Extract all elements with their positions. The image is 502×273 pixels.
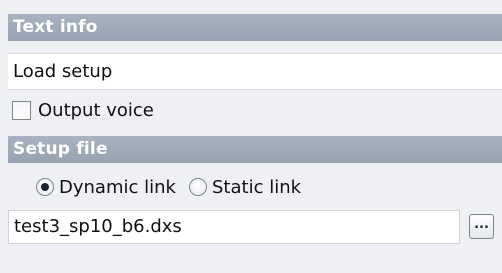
static-link-label[interactable]: Static link: [212, 177, 301, 198]
output-voice-option[interactable]: Output voice: [12, 96, 154, 124]
browse-button[interactable]: ...: [469, 214, 494, 239]
setup-file-input[interactable]: test3_sp10_b6.dxs: [8, 210, 460, 244]
link-type-radio-group: Dynamic link Static link: [36, 174, 301, 200]
setup-file-header: Setup file: [8, 136, 502, 163]
text-info-header: Text info: [8, 14, 502, 41]
output-voice-checkbox[interactable]: [12, 100, 31, 120]
text-info-input[interactable]: Load setup: [8, 53, 502, 90]
static-link-radio[interactable]: [189, 178, 207, 196]
radio-selected-dot: [41, 183, 49, 191]
dynamic-link-radio[interactable]: [36, 178, 54, 196]
output-voice-label: Output voice: [38, 99, 154, 121]
dynamic-link-label[interactable]: Dynamic link: [59, 177, 187, 198]
properties-panel: Text info Load setup Output voice Setup …: [0, 0, 502, 273]
